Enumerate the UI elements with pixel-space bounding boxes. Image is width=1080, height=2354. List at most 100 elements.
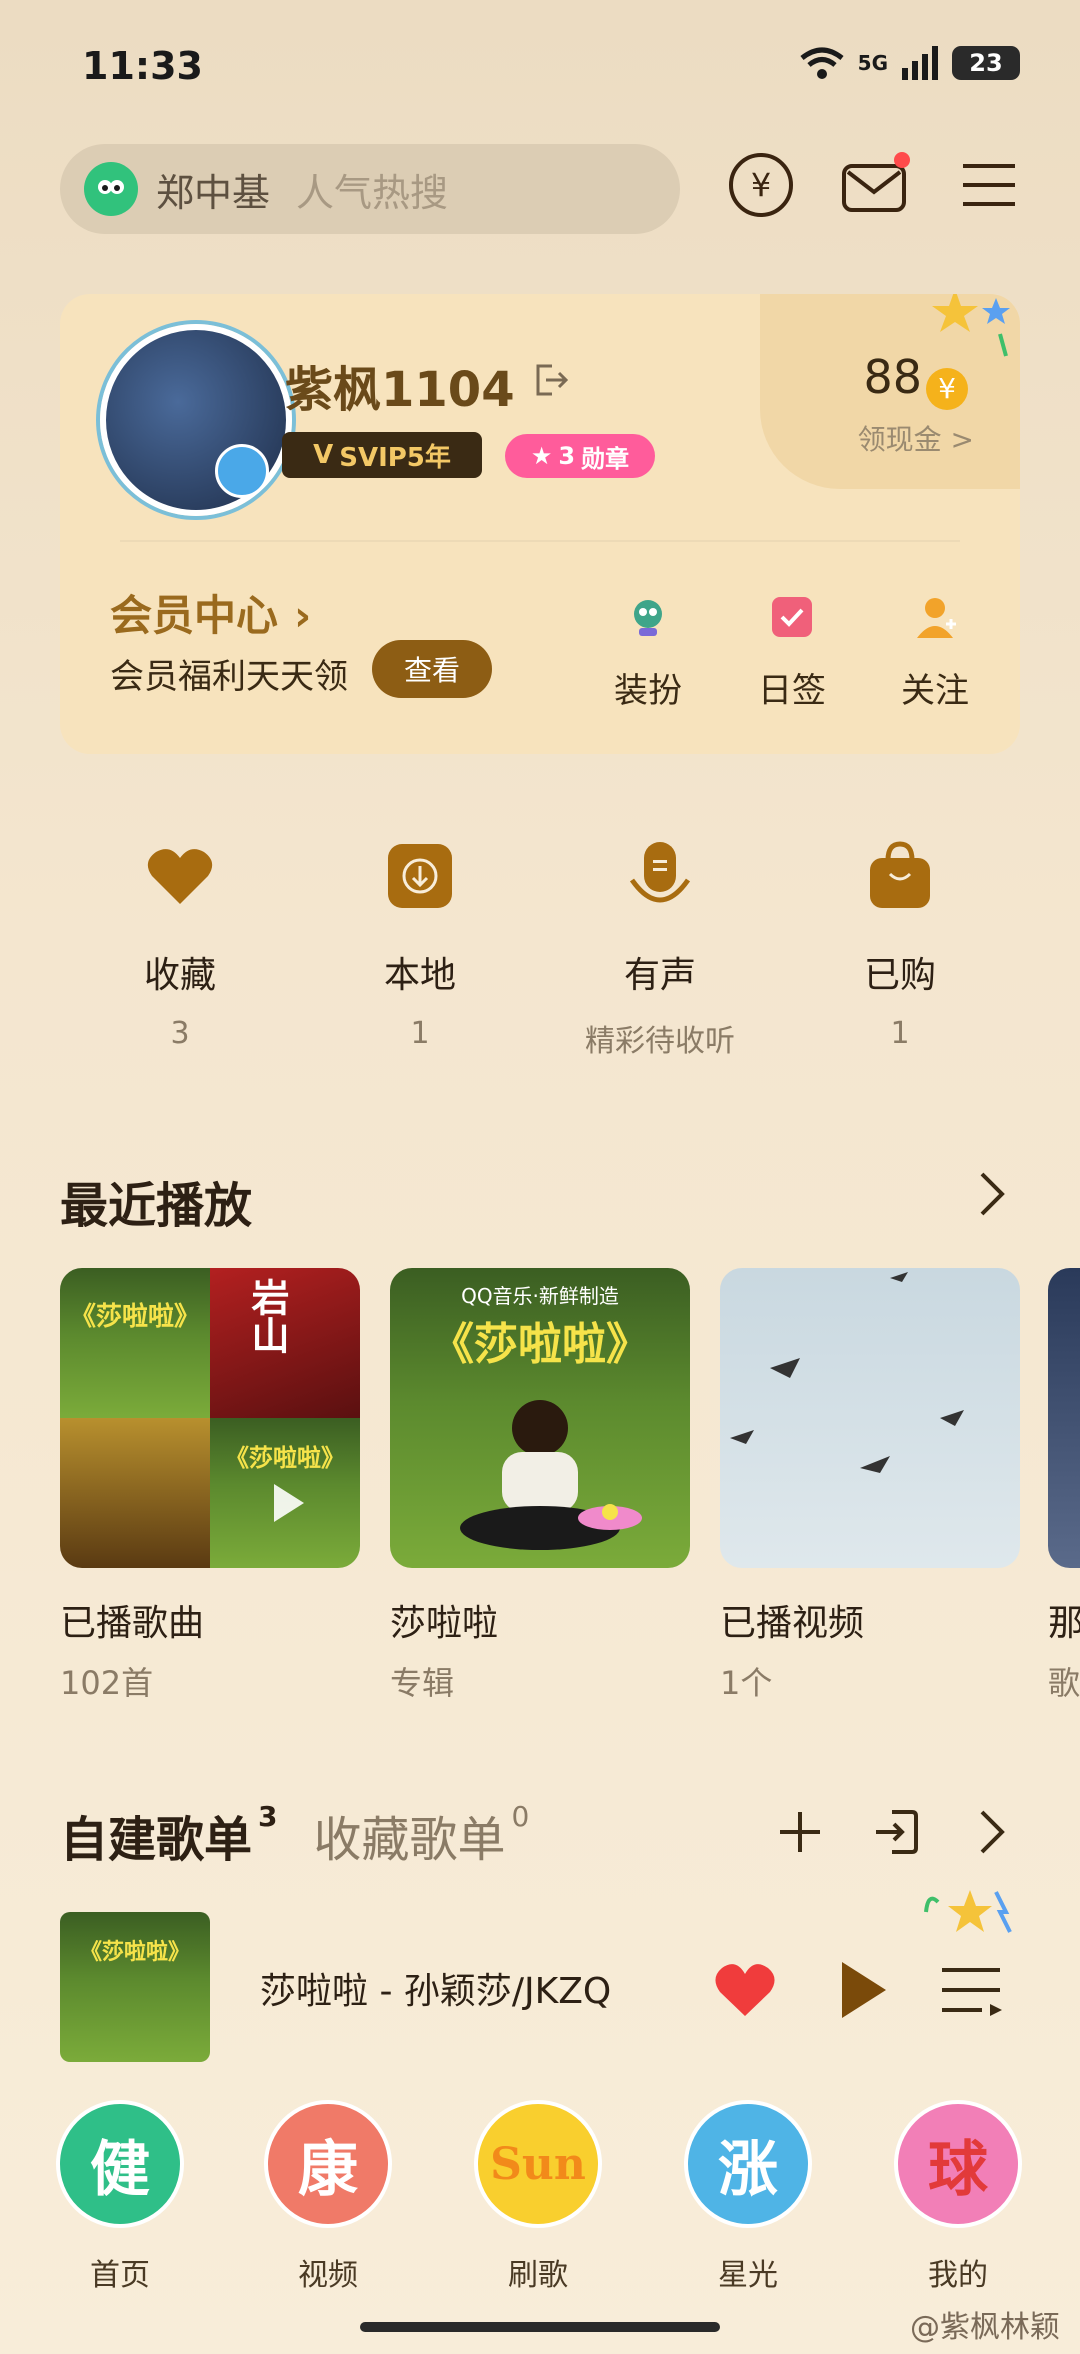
album-cover: QQ音乐·新鲜制造 《莎啦啦》 bbox=[390, 1268, 690, 1568]
action-dress-up[interactable]: 装扮 bbox=[588, 594, 708, 712]
tab-video-icon: 康 bbox=[264, 2100, 392, 2228]
card-subtitle: 歌 bbox=[1048, 1664, 1080, 1702]
tab-discover[interactable]: Sun 刷歌 bbox=[468, 2100, 608, 2294]
like-heart-icon[interactable] bbox=[712, 1960, 778, 2024]
entry-label: 有声 bbox=[623, 955, 696, 996]
mini-player[interactable]: 《莎啦啦》 莎啦啦 - 孙颖莎/JKZQ bbox=[60, 1890, 1020, 2072]
svip-label: SVIP5年 bbox=[339, 442, 451, 473]
menu-icon[interactable] bbox=[954, 150, 1024, 220]
action-daily-sign[interactable]: 日签 bbox=[732, 594, 852, 712]
vip-center-subtitle: 会员福利天天领 bbox=[110, 657, 348, 697]
birds-image bbox=[730, 1272, 964, 1473]
recent-played-songs[interactable]: 《莎啦啦》 岩山 《莎啦啦》 已播歌曲 102首 bbox=[60, 1268, 360, 1704]
entry-local[interactable]: 本地 1 bbox=[330, 840, 510, 1051]
star-icon: ★ bbox=[530, 442, 553, 470]
chevron-right-icon[interactable] bbox=[978, 1170, 1006, 1222]
username[interactable]: 紫枫1104 bbox=[285, 350, 515, 420]
card-subtitle: 1个 bbox=[720, 1664, 773, 1702]
home-indicator[interactable] bbox=[360, 2322, 720, 2332]
action-label: 装扮 bbox=[614, 671, 682, 711]
medal-label: 勋章 bbox=[581, 444, 630, 473]
tab-starlight[interactable]: 涨 星光 bbox=[678, 2100, 818, 2294]
import-icon[interactable] bbox=[872, 1808, 920, 1860]
recent-section-title: 最近播放 bbox=[60, 1178, 253, 1234]
entry-favorites[interactable]: 收藏 3 bbox=[90, 840, 270, 1051]
logout-icon[interactable] bbox=[530, 360, 570, 404]
tab-home[interactable]: 健 首页 bbox=[50, 2100, 190, 2294]
partial-cover bbox=[1048, 1268, 1080, 1568]
card-subtitle: 专辑 bbox=[390, 1664, 455, 1702]
tab-label: 首页 bbox=[90, 2258, 150, 2293]
add-icon[interactable] bbox=[778, 1810, 822, 1858]
cover-tile bbox=[60, 1418, 210, 1568]
card-title: 已播歌曲 bbox=[60, 1603, 205, 1644]
yuan-coin-icon[interactable]: ¥ bbox=[726, 150, 796, 220]
cover-text: 岩山 bbox=[245, 1278, 289, 1354]
search-bar[interactable]: 郑中基 人气热搜 bbox=[60, 144, 680, 234]
coins-panel[interactable]: 88 ¥ 领现金 > bbox=[858, 350, 974, 458]
tab-collected-count: 0 bbox=[511, 1800, 530, 1833]
card-title: 那 bbox=[1048, 1603, 1080, 1644]
vip-center-link[interactable]: 会员中心 › bbox=[110, 582, 311, 643]
tab-video[interactable]: 康 视频 bbox=[258, 2100, 398, 2294]
play-icon[interactable] bbox=[836, 1958, 890, 2026]
entry-label: 本地 bbox=[383, 955, 456, 996]
tab-mine-icon: 球 bbox=[894, 2100, 1022, 2228]
audio-icon bbox=[629, 842, 691, 903]
tab-mine[interactable]: 球 我的 bbox=[888, 2100, 1028, 2294]
music-sparkle-icon bbox=[916, 1872, 1026, 1946]
entry-count: 3 bbox=[170, 1016, 190, 1051]
cover-text: 《莎啦啦》 bbox=[79, 1940, 190, 1965]
add-user-icon bbox=[917, 598, 956, 638]
card-title: 莎啦啦 bbox=[390, 1603, 499, 1644]
mail-icon[interactable] bbox=[840, 150, 910, 220]
calendar-check-icon bbox=[772, 597, 812, 637]
cover-text: 《莎啦啦》 bbox=[69, 1302, 200, 1332]
action-label: 关注 bbox=[901, 671, 969, 711]
dress-up-icon bbox=[634, 600, 662, 636]
tab-label: 我的 bbox=[928, 2258, 988, 2293]
status-icons: 5G 23 bbox=[800, 46, 1020, 80]
tab-label: 刷歌 bbox=[508, 2258, 568, 2293]
medal-badge[interactable]: ★ 3 勋章 bbox=[505, 434, 655, 478]
view-button[interactable]: 查看 bbox=[372, 640, 492, 698]
entry-audio[interactable]: 有声 精彩待收听 bbox=[570, 840, 750, 1060]
cover-tile: 岩山 bbox=[210, 1268, 360, 1418]
chevron-right-icon: › bbox=[294, 591, 312, 640]
medal-count: 3 bbox=[558, 442, 576, 470]
cover-text: 《莎啦啦》 bbox=[430, 1319, 650, 1370]
wifi-icon bbox=[800, 47, 844, 79]
qq-badge-icon bbox=[215, 444, 269, 498]
card-subtitle: 102首 bbox=[60, 1664, 154, 1702]
action-label: 日签 bbox=[758, 671, 826, 711]
tab-discover-icon: Sun bbox=[474, 2100, 602, 2228]
svip-badge[interactable]: V SVIP5年 bbox=[282, 432, 482, 478]
heart-icon bbox=[147, 849, 213, 904]
now-playing-cover: 《莎啦啦》 bbox=[60, 1912, 210, 2062]
tab-created-playlists[interactable]: 自建歌单 bbox=[60, 1800, 252, 1870]
action-follow[interactable]: 关注 bbox=[875, 594, 995, 712]
videos-cover bbox=[720, 1268, 1020, 1568]
entry-purchased[interactable]: 已购 1 bbox=[810, 840, 990, 1051]
recent-album[interactable]: QQ音乐·新鲜制造 《莎啦啦》 莎啦啦 专辑 bbox=[390, 1268, 690, 1704]
shopping-bag-icon bbox=[870, 841, 930, 908]
watermark: @紫枫林颖 bbox=[910, 2310, 1060, 2345]
entry-sub: 精彩待收听 bbox=[585, 1024, 735, 1059]
playlist-queue-icon[interactable] bbox=[940, 1966, 1004, 2022]
tab-home-icon: 健 bbox=[56, 2100, 184, 2228]
recent-played-videos[interactable]: 已播视频 1个 bbox=[720, 1268, 1020, 1704]
cover-tile: 《莎啦啦》 bbox=[60, 1268, 210, 1418]
tab-starlight-icon: 涨 bbox=[684, 2100, 812, 2228]
search-placeholder: 人气热搜 bbox=[296, 170, 449, 215]
coin-count: 88 bbox=[863, 350, 923, 404]
chevron-right-icon[interactable] bbox=[978, 1808, 1006, 1860]
play-icon[interactable] bbox=[250, 1468, 320, 1538]
tab-collected-playlists[interactable]: 收藏歌单 bbox=[314, 1800, 506, 1870]
artist-figure bbox=[460, 1400, 642, 1550]
recent-partial-card[interactable]: 那 歌 bbox=[1048, 1268, 1080, 1704]
coin-link[interactable]: 领现金 > bbox=[858, 418, 974, 458]
now-playing-title: 莎啦啦 - 孙颖莎/JKZQ bbox=[260, 1971, 612, 2012]
coin-icon: ¥ bbox=[926, 367, 969, 410]
cover-tile: 《莎啦啦》 bbox=[210, 1418, 360, 1568]
network-label: 5G bbox=[857, 51, 888, 75]
